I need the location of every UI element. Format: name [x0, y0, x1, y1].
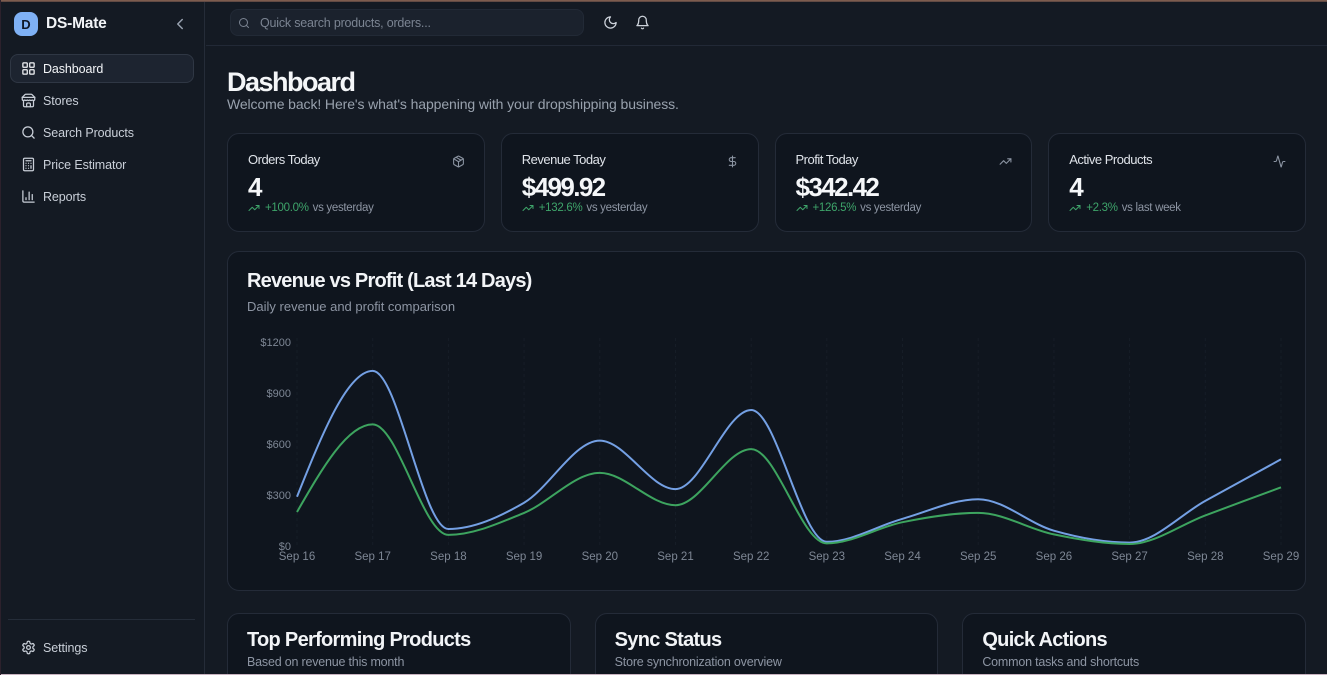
svg-text:Sep 19: Sep 19 [506, 551, 542, 563]
svg-text:Sep 18: Sep 18 [430, 551, 466, 563]
svg-text:$900: $900 [267, 388, 291, 400]
svg-text:$300: $300 [267, 490, 291, 502]
svg-text:Sep 26: Sep 26 [1036, 551, 1072, 563]
svg-text:Sep 21: Sep 21 [657, 551, 693, 563]
svg-text:Sep 24: Sep 24 [884, 551, 921, 563]
svg-text:Sep 28: Sep 28 [1187, 551, 1223, 563]
svg-text:Sep 17: Sep 17 [354, 551, 390, 563]
svg-text:Sep 16: Sep 16 [279, 551, 315, 563]
svg-text:Sep 29: Sep 29 [1263, 551, 1299, 563]
svg-text:$1200: $1200 [260, 337, 291, 349]
svg-text:Sep 23: Sep 23 [809, 551, 845, 563]
svg-text:Sep 20: Sep 20 [582, 551, 618, 563]
svg-text:Sep 25: Sep 25 [960, 551, 996, 563]
svg-text:Sep 22: Sep 22 [733, 551, 769, 563]
svg-text:$600: $600 [267, 439, 291, 451]
svg-text:Sep 27: Sep 27 [1111, 551, 1147, 563]
